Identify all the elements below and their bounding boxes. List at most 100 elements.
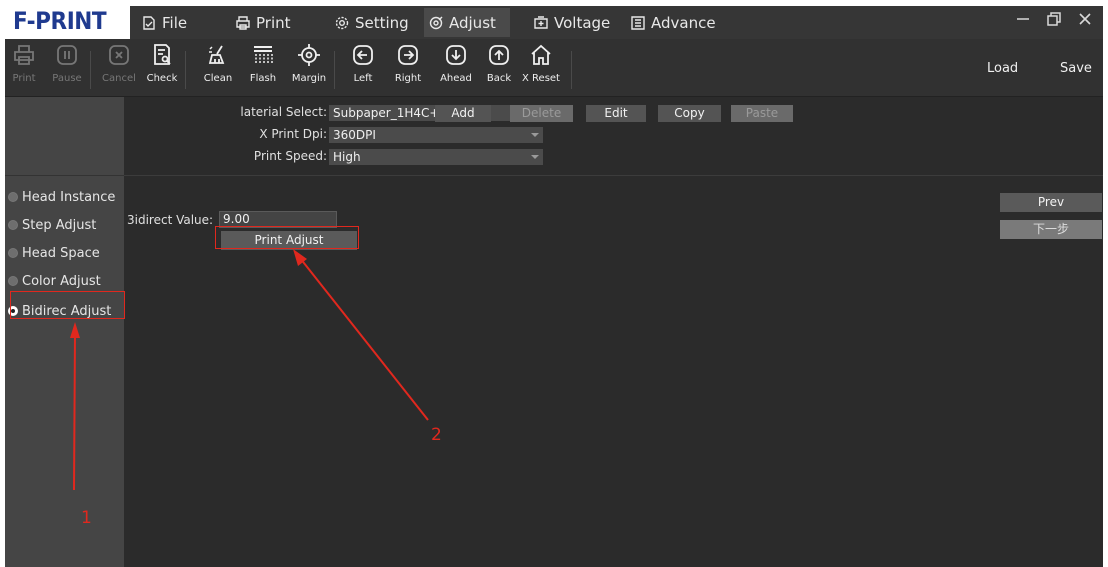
x-reset-label: X Reset — [522, 73, 560, 84]
crosshair-icon — [298, 44, 320, 66]
close-button[interactable] — [1072, 6, 1098, 32]
left-button[interactable]: Left — [341, 43, 385, 95]
arrow-up-icon — [489, 45, 509, 65]
next-step-button[interactable]: 下一步 — [1000, 220, 1102, 239]
sidebar-header-area — [5, 97, 124, 176]
paste-button[interactable]: Paste — [731, 105, 793, 122]
menu-adjust[interactable]: Adjust — [424, 8, 510, 37]
printer-icon — [236, 15, 250, 30]
back-button[interactable]: Back — [477, 43, 521, 95]
check-button[interactable]: Check — [140, 43, 184, 95]
ahead-button[interactable]: Ahead — [434, 43, 478, 95]
sidebar-item-label: Step Adjust — [22, 217, 97, 233]
dpi-select-label: X Print Dpi: — [259, 127, 327, 141]
menu-file[interactable]: File — [137, 8, 191, 37]
dpi-select[interactable]: 360DPI — [329, 127, 543, 143]
radio-off-icon — [8, 248, 18, 258]
speed-select[interactable]: High — [329, 149, 543, 165]
list-icon — [631, 15, 645, 30]
cancel-button[interactable]: Cancel — [97, 43, 141, 95]
arrow-left-icon — [353, 45, 373, 65]
load-button[interactable]: Load — [987, 61, 1018, 76]
sidebar-item-head-space[interactable]: Head Space — [8, 242, 100, 264]
margin-button[interactable]: Margin — [287, 43, 331, 95]
cancel-label: Cancel — [102, 73, 136, 84]
menu-advance-label: Advance — [651, 13, 716, 32]
clean-button[interactable]: Clean — [196, 43, 240, 95]
menu-setting[interactable]: Setting — [330, 8, 413, 37]
add-button[interactable]: Add — [435, 105, 491, 122]
menu-print[interactable]: Print — [231, 8, 295, 37]
nozzle-icon — [254, 46, 273, 63]
check-label: Check — [146, 73, 178, 84]
dpi-select-value: 360DPI — [333, 128, 376, 142]
margin-label: Margin — [291, 73, 327, 84]
minimize-button[interactable] — [1010, 6, 1036, 32]
toolbar-divider — [571, 51, 572, 89]
sidebar-item-head-instance[interactable]: Head Instance — [8, 186, 115, 208]
speed-select-value: High — [333, 150, 361, 164]
menu-file-label: File — [162, 13, 188, 32]
home-icon — [531, 44, 551, 65]
sidebar-item-color-adjust[interactable]: Color Adjust — [8, 270, 101, 292]
annotation-step-2: 2 — [431, 425, 442, 445]
x-reset-button[interactable]: X Reset — [519, 43, 563, 95]
close-icon — [1079, 13, 1091, 25]
sidebar-item-bidirec-adjust[interactable]: Bidirec Adjust — [8, 300, 111, 322]
radio-off-icon — [8, 220, 18, 230]
pause-button[interactable]: Pause — [45, 43, 89, 95]
delete-button[interactable]: Delete — [510, 105, 573, 122]
menu-bar: F-PRINT File Print Setting Adjust Voltag… — [5, 6, 1103, 39]
prev-button[interactable]: Prev — [1000, 193, 1102, 212]
print-button[interactable]: Print — [5, 43, 46, 95]
adjust-sidebar: Head Instance Step Adjust Head Space Col… — [5, 97, 124, 567]
clean-label: Clean — [203, 73, 233, 84]
menu-print-label: Print — [256, 13, 291, 32]
chevron-down-icon — [531, 133, 539, 137]
printer-icon — [14, 45, 34, 65]
right-button[interactable]: Right — [386, 43, 430, 95]
chevron-down-icon — [531, 155, 539, 159]
sidebar-item-label: Head Space — [22, 245, 100, 261]
main-panel: laterial Select: Subpaper_1H4C+1W X Prin… — [124, 97, 1103, 567]
menu-voltage[interactable]: Voltage — [529, 8, 614, 37]
material-settings: laterial Select: Subpaper_1H4C+1W X Prin… — [124, 97, 1103, 176]
arrow-right-icon — [398, 45, 418, 65]
toolbar: Print Pause Cancel Check Clean Flash Mar… — [5, 39, 1103, 97]
sidebar-item-label: Color Adjust — [22, 273, 101, 289]
target-icon — [429, 16, 443, 29]
pause-label: Pause — [52, 73, 82, 84]
maximize-button[interactable] — [1041, 6, 1067, 32]
edit-button[interactable]: Edit — [586, 105, 646, 122]
radio-on-icon — [8, 306, 18, 316]
bidirect-value-label: 3idirect Value: — [127, 213, 214, 227]
cancel-icon — [109, 45, 129, 65]
material-select-label: laterial Select: — [240, 105, 327, 119]
check-icon — [154, 44, 171, 65]
toolbar-divider — [185, 51, 186, 89]
menu-advance[interactable]: Advance — [626, 8, 720, 37]
menu-voltage-label: Voltage — [554, 13, 611, 32]
sidebar-item-step-adjust[interactable]: Step Adjust — [8, 214, 96, 236]
speed-select-label: Print Speed: — [253, 149, 327, 163]
brush-icon — [208, 45, 225, 64]
right-label: Right — [394, 73, 422, 84]
menu-setting-label: Setting — [355, 13, 409, 32]
print-adjust-button[interactable]: Print Adjust — [221, 231, 357, 250]
file-icon — [143, 15, 155, 30]
pause-icon — [57, 45, 77, 65]
menu-adjust-label: Adjust — [449, 13, 496, 32]
copy-button[interactable]: Copy — [658, 105, 721, 122]
logo-text: F-PRINT — [13, 7, 107, 35]
arrow-down-icon — [446, 45, 466, 65]
gear-icon — [335, 16, 349, 29]
sidebar-item-label: Head Instance — [22, 189, 116, 205]
flash-button[interactable]: Flash — [241, 43, 285, 95]
restore-icon — [1047, 12, 1061, 26]
save-button[interactable]: Save — [1060, 61, 1092, 76]
ahead-label: Ahead — [440, 73, 472, 84]
bidirect-value-input[interactable]: 9.00 — [219, 211, 337, 228]
minimize-icon — [1017, 18, 1029, 20]
print-label: Print — [12, 73, 36, 84]
battery-icon — [534, 15, 548, 29]
